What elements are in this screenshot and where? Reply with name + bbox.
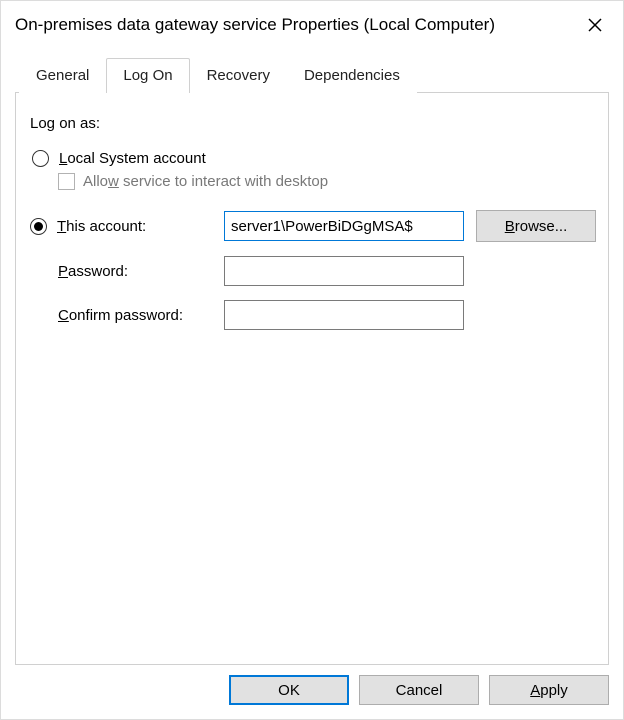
ok-button[interactable]: OK (229, 675, 349, 705)
tab-dependencies[interactable]: Dependencies (287, 58, 417, 93)
account-name-input[interactable] (224, 211, 464, 241)
password-label: Password: (30, 263, 212, 280)
tabpanel-logon: Log on as: Local System account Allow se… (15, 93, 609, 665)
logon-as-label: Log on as: (30, 115, 586, 132)
close-button[interactable] (581, 11, 609, 39)
account-grid: This account: Browse... Password: Confir… (30, 210, 586, 330)
checkbox-indicator (58, 173, 75, 190)
tab-general[interactable]: General (19, 58, 106, 93)
radio-local-system-label: Local System account (59, 150, 206, 167)
apply-button[interactable]: Apply (489, 675, 609, 705)
tab-recovery[interactable]: Recovery (190, 58, 287, 93)
dialog-body: General Log On Recovery Dependencies Log… (1, 47, 623, 719)
confirm-password-input[interactable] (224, 300, 464, 330)
confirm-password-label: Confirm password: (30, 307, 212, 324)
cancel-button[interactable]: Cancel (359, 675, 479, 705)
radio-indicator (30, 218, 47, 235)
close-icon (588, 18, 602, 32)
password-input[interactable] (224, 256, 464, 286)
tab-logon[interactable]: Log On (106, 58, 189, 93)
radio-local-system[interactable]: Local System account (32, 150, 586, 167)
tabstrip: General Log On Recovery Dependencies (15, 57, 609, 93)
dialog-footer: OK Cancel Apply (15, 665, 609, 705)
browse-button[interactable]: Browse... (476, 210, 596, 242)
titlebar: On-premises data gateway service Propert… (1, 1, 623, 47)
radio-this-account-label: This account: (57, 218, 146, 235)
properties-dialog: On-premises data gateway service Propert… (0, 0, 624, 720)
window-title: On-premises data gateway service Propert… (15, 15, 495, 35)
checkbox-interact-desktop: Allow service to interact with desktop (58, 173, 586, 190)
checkbox-interact-label: Allow service to interact with desktop (83, 173, 328, 190)
radio-this-account[interactable]: This account: (30, 218, 212, 235)
radio-indicator (32, 150, 49, 167)
